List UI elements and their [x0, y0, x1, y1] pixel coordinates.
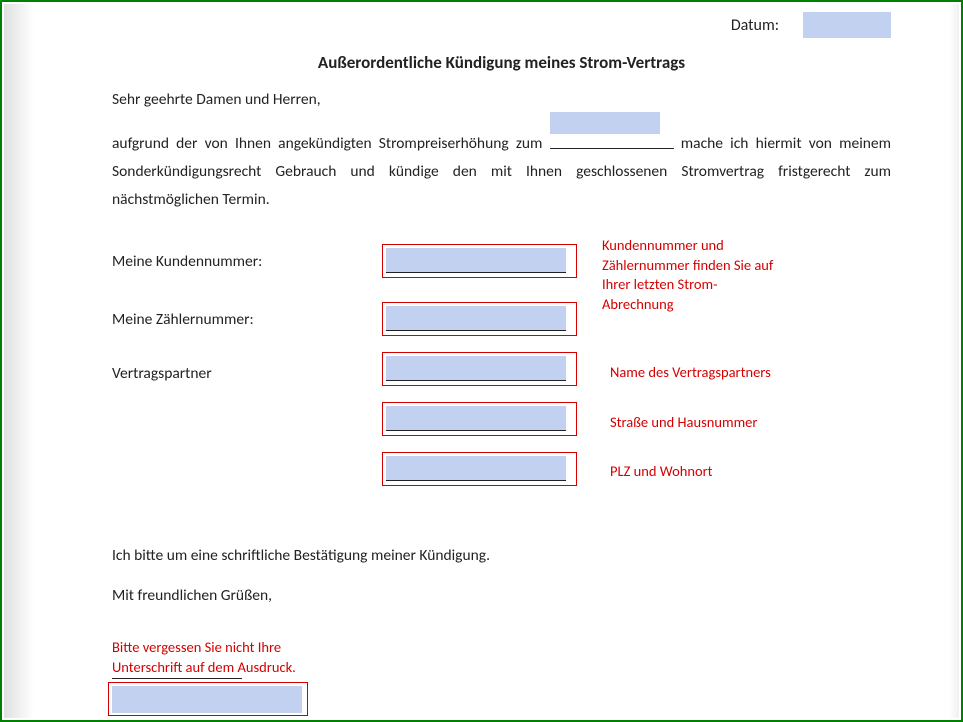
date-row: Datum:: [731, 12, 891, 38]
signature-line: [112, 678, 242, 679]
partner-name-wrap: [382, 352, 577, 386]
partner-plz-wrap: [382, 452, 577, 486]
closing-text: Mit freundlichen Grüßen,: [112, 586, 272, 605]
partner-plz-input[interactable]: [382, 452, 577, 486]
confirmation-text: Ich bitte um eine schriftliche Bestätigu…: [112, 546, 490, 565]
signature-input[interactable]: [108, 682, 308, 716]
price-increase-date-field[interactable]: [550, 130, 674, 158]
salutation: Sehr geehrte Damen und Herren,: [112, 90, 321, 109]
kundennummer-label: Meine Kundennummer:: [112, 252, 382, 271]
zaehlernummer-field-wrap: [382, 302, 577, 336]
zaehlernummer-label: Meine Zählernummer:: [112, 310, 382, 329]
para-text-before: aufgrund der von Ihnen angekündigten Str…: [112, 134, 550, 153]
zaehlernummer-input[interactable]: [382, 302, 577, 336]
hint-kundenzaehler: Kundennummer und Zählernummer finden Sie…: [602, 236, 782, 314]
partner-street-wrap: [382, 402, 577, 436]
hint-partner-name: Name des Vertragspartners: [610, 363, 771, 383]
vertragspartner-label: Vertragspartner: [112, 364, 382, 383]
document-frame: Datum: Außerordentliche Kündigung meines…: [0, 0, 963, 722]
partner-name-input[interactable]: [382, 352, 577, 386]
date-label: Datum:: [731, 16, 779, 35]
shadow-right: [949, 4, 959, 718]
kundennummer-field-wrap: [382, 244, 577, 278]
hint-partner-street: Straße und Hausnummer: [610, 413, 757, 433]
body-paragraph: aufgrund der von Ihnen angekündigten Str…: [112, 130, 891, 214]
document-title: Außerordentliche Kündigung meines Strom-…: [112, 52, 891, 73]
shadow-left: [4, 4, 34, 718]
partner-street-input[interactable]: [382, 402, 577, 436]
date-input[interactable]: [803, 12, 891, 38]
vertragspartner-stack: [382, 352, 577, 502]
page-content: Datum: Außerordentliche Kündigung meines…: [112, 2, 891, 720]
signature-hint: Bitte vergessen Sie nicht Ihre Unterschr…: [112, 638, 342, 677]
hint-partner-plz: PLZ und Wohnort: [610, 462, 713, 482]
kundennummer-input[interactable]: [382, 244, 577, 278]
